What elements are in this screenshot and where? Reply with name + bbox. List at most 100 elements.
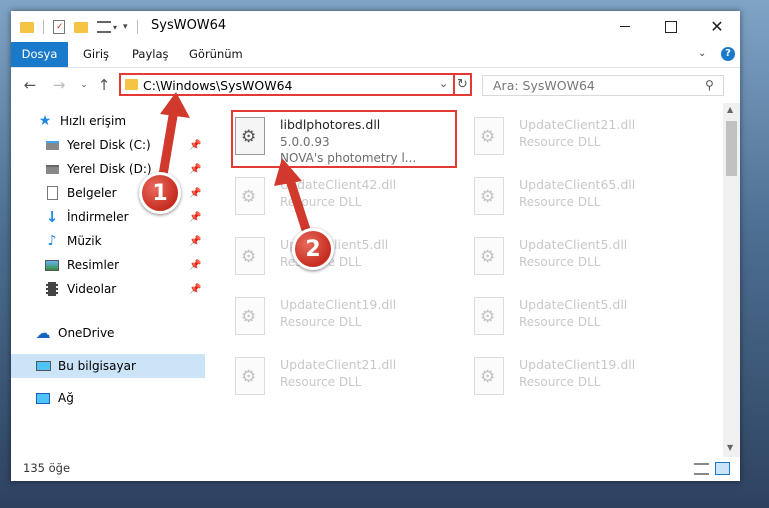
navigation-pane: ★ Hızlı erişim Yerel Disk (C:) 📌 Yerel D…	[11, 103, 207, 457]
file-name: UpdateClient65.dll	[519, 177, 636, 192]
file-name: UpdateClient19.dll	[519, 357, 636, 372]
file-description: Resource DLL	[519, 135, 601, 149]
forward-button[interactable]: →	[50, 76, 68, 94]
refresh-icon: ↻	[457, 77, 468, 92]
sidebar-item-drive-d[interactable]: Yerel Disk (D:) 📌	[11, 157, 205, 181]
up-button[interactable]: ↑	[95, 76, 113, 94]
file-item[interactable]: ⚙ UpdateClient5.dll Resource DLL	[450, 291, 680, 347]
customize-toolbar-icon[interactable]: ▾	[123, 22, 128, 32]
large-icons-view-icon[interactable]	[715, 462, 730, 475]
documents-icon	[44, 185, 60, 201]
quick-access-toolbar: ✓ ▾ ▾	[20, 19, 138, 35]
sidebar-item-drive-c[interactable]: Yerel Disk (C:) 📌	[11, 133, 205, 157]
dll-file-icon: ⚙	[235, 237, 265, 275]
file-item[interactable]: ⚙ UpdateClient21.dll Resource DLL	[211, 351, 441, 407]
tab-share[interactable]: Paylaş	[132, 42, 169, 67]
file-description: Resource DLL	[280, 195, 362, 209]
sidebar-item-videos[interactable]: Videolar 📌	[11, 277, 205, 301]
file-item[interactable]: ⚙ UpdateClient65.dll Resource DLL	[450, 171, 680, 227]
dll-file-icon: ⚙	[474, 117, 504, 155]
view-options-icon[interactable]	[97, 21, 111, 33]
properties-icon[interactable]: ✓	[53, 20, 65, 34]
status-bar: 135 öğe	[11, 457, 740, 481]
search-input[interactable]: Ara: SysWOW64 ⚲	[482, 75, 724, 96]
highlight-box	[231, 110, 457, 168]
back-button[interactable]: ←	[21, 76, 39, 94]
minimize-icon	[620, 26, 630, 27]
file-description: Resource DLL	[519, 315, 601, 329]
pin-icon[interactable]: 📌	[189, 260, 201, 271]
sidebar-item-label: İndirmeler	[67, 210, 129, 224]
drive-icon	[44, 161, 60, 177]
help-icon[interactable]: ?	[721, 47, 735, 61]
vertical-scrollbar[interactable]: ▲ ▼	[723, 103, 740, 457]
file-item[interactable]: ⚙ UpdateClient19.dll Resource DLL	[211, 291, 441, 347]
file-description: Resource DLL	[519, 195, 601, 209]
scrollbar-thumb[interactable]	[726, 121, 737, 176]
step-badge-2: 2	[292, 228, 334, 270]
file-description: Resource DLL	[519, 375, 601, 389]
file-name: UpdateClient21.dll	[519, 117, 636, 132]
sidebar-item-quick-access[interactable]: ★ Hızlı erişim	[11, 109, 205, 133]
network-icon	[35, 390, 51, 406]
videos-icon	[44, 281, 60, 297]
address-bar[interactable]: C:\Windows\SysWOW64 ⌄	[119, 73, 472, 96]
sidebar-item-label: Müzik	[67, 234, 102, 248]
file-description: Resource DLL	[280, 315, 362, 329]
minimize-button[interactable]	[602, 11, 648, 42]
sidebar-item-onedrive[interactable]: ☁ OneDrive	[11, 321, 205, 345]
dll-file-icon: ⚙	[474, 357, 504, 395]
expand-ribbon-icon[interactable]: ⌄	[698, 48, 706, 59]
dll-file-icon: ⚙	[235, 177, 265, 215]
computer-icon	[35, 358, 51, 374]
sidebar-item-pictures[interactable]: Resimler 📌	[11, 253, 205, 277]
music-icon: ♪	[47, 233, 57, 249]
close-icon: ✕	[710, 17, 724, 36]
pin-icon[interactable]: 📌	[189, 284, 201, 295]
separator	[43, 20, 44, 34]
sidebar-item-label: Resimler	[67, 258, 120, 272]
file-item[interactable]: ⚙ UpdateClient21.dll Resource DLL	[450, 111, 680, 167]
new-folder-icon[interactable]	[74, 21, 88, 33]
window-title: SysWOW64	[151, 18, 227, 33]
pin-icon[interactable]: 📌	[189, 164, 201, 175]
refresh-button[interactable]: ↻	[453, 73, 472, 96]
sidebar-item-label: Videolar	[67, 282, 117, 296]
chevron-down-icon[interactable]: ⌄	[439, 77, 448, 90]
file-name: UpdateClient19.dll	[280, 297, 397, 312]
file-item[interactable]: ⚙ UpdateClient5.dll Resource DLL	[450, 231, 680, 287]
pin-icon[interactable]: 📌	[189, 212, 201, 223]
tab-file[interactable]: Dosya	[11, 42, 68, 67]
maximize-button[interactable]	[648, 11, 694, 42]
pin-icon[interactable]: 📌	[189, 188, 201, 199]
sidebar-item-this-pc[interactable]: Bu bilgisayar	[11, 354, 205, 378]
recent-locations-button[interactable]: ⌄	[75, 76, 93, 94]
file-item[interactable]: ⚙ UpdateClient42.dll Resource DLL	[211, 171, 441, 227]
file-description: Resource DLL	[519, 255, 601, 269]
pin-icon[interactable]: 📌	[189, 140, 201, 151]
star-icon: ★	[38, 113, 52, 129]
dll-file-icon: ⚙	[474, 297, 504, 335]
scroll-up-icon[interactable]: ▲	[727, 105, 733, 114]
details-view-icon[interactable]	[694, 463, 709, 475]
chevron-down-icon[interactable]: ▾	[113, 23, 117, 32]
sidebar-item-downloads[interactable]: ↓ İndirmeler 📌	[11, 205, 205, 229]
file-name: UpdateClient5.dll	[519, 237, 628, 252]
sidebar-item-network[interactable]: Ağ	[11, 386, 205, 410]
download-icon: ↓	[45, 208, 59, 226]
tab-home[interactable]: Giriş	[83, 42, 109, 67]
search-icon: ⚲	[705, 78, 714, 92]
file-item[interactable]: ⚙ UpdateClient19.dll Resource DLL	[450, 351, 680, 407]
tab-view[interactable]: Görünüm	[189, 42, 243, 67]
close-button[interactable]: ✕	[694, 11, 740, 42]
file-name: UpdateClient5.dll	[519, 297, 628, 312]
pin-icon[interactable]: 📌	[189, 236, 201, 247]
sidebar-item-label: Yerel Disk (D:)	[67, 162, 152, 176]
sidebar-item-music[interactable]: ♪ Müzik 📌	[11, 229, 205, 253]
sidebar-item-label: Yerel Disk (C:)	[67, 138, 151, 152]
address-path: C:\Windows\SysWOW64	[143, 78, 293, 93]
dll-file-icon: ⚙	[474, 237, 504, 275]
scroll-down-icon[interactable]: ▼	[727, 443, 733, 452]
file-name: UpdateClient42.dll	[280, 177, 397, 192]
folder-icon	[125, 79, 138, 90]
